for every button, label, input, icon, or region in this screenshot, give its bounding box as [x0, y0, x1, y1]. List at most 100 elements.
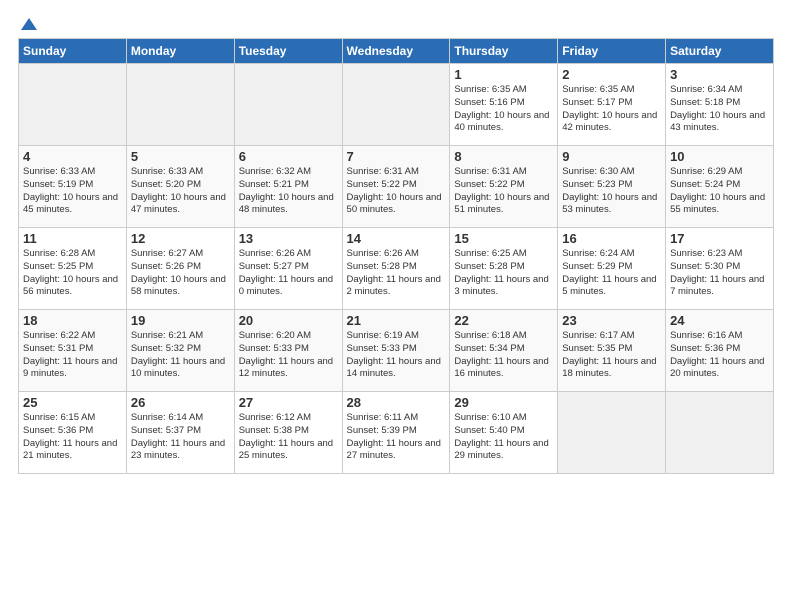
calendar-cell: 23 Sunrise: 6:17 AMSunset: 5:35 PMDayligh… — [558, 310, 666, 392]
day-number: 18 — [23, 313, 122, 328]
calendar-cell: 26 Sunrise: 6:14 AMSunset: 5:37 PMDayligh… — [126, 392, 234, 474]
cell-info: Sunrise: 6:31 AMSunset: 5:22 PMDaylight:… — [347, 166, 446, 217]
day-number: 9 — [562, 149, 661, 164]
calendar-cell: 6 Sunrise: 6:32 AMSunset: 5:21 PMDaylight… — [234, 146, 342, 228]
cell-info: Sunrise: 6:25 AMSunset: 5:28 PMDaylight:… — [454, 248, 553, 299]
cell-info: Sunrise: 6:22 AMSunset: 5:31 PMDaylight:… — [23, 330, 122, 381]
col-header-thursday: Thursday — [450, 39, 558, 64]
calendar-cell: 25 Sunrise: 6:15 AMSunset: 5:36 PMDayligh… — [19, 392, 127, 474]
cell-info: Sunrise: 6:34 AMSunset: 5:18 PMDaylight:… — [670, 84, 769, 135]
calendar-cell — [342, 64, 450, 146]
calendar-cell: 19 Sunrise: 6:21 AMSunset: 5:32 PMDayligh… — [126, 310, 234, 392]
day-number: 6 — [239, 149, 338, 164]
cell-info: Sunrise: 6:12 AMSunset: 5:38 PMDaylight:… — [239, 412, 338, 463]
cell-info: Sunrise: 6:11 AMSunset: 5:39 PMDaylight:… — [347, 412, 446, 463]
calendar-cell: 20 Sunrise: 6:20 AMSunset: 5:33 PMDayligh… — [234, 310, 342, 392]
day-number: 21 — [347, 313, 446, 328]
calendar-cell: 9 Sunrise: 6:30 AMSunset: 5:23 PMDaylight… — [558, 146, 666, 228]
calendar-cell: 29 Sunrise: 6:10 AMSunset: 5:40 PMDayligh… — [450, 392, 558, 474]
calendar-cell: 10 Sunrise: 6:29 AMSunset: 5:24 PMDayligh… — [666, 146, 774, 228]
calendar-cell: 4 Sunrise: 6:33 AMSunset: 5:19 PMDaylight… — [19, 146, 127, 228]
cell-info: Sunrise: 6:29 AMSunset: 5:24 PMDaylight:… — [670, 166, 769, 217]
cell-info: Sunrise: 6:24 AMSunset: 5:29 PMDaylight:… — [562, 248, 661, 299]
calendar-cell: 27 Sunrise: 6:12 AMSunset: 5:38 PMDayligh… — [234, 392, 342, 474]
calendar-cell — [19, 64, 127, 146]
cell-info: Sunrise: 6:27 AMSunset: 5:26 PMDaylight:… — [131, 248, 230, 299]
day-number: 29 — [454, 395, 553, 410]
cell-info: Sunrise: 6:33 AMSunset: 5:20 PMDaylight:… — [131, 166, 230, 217]
cell-info: Sunrise: 6:26 AMSunset: 5:27 PMDaylight:… — [239, 248, 338, 299]
calendar-cell: 17Sunrise: 6:23 AMSunset: 5:30 PMDayligh… — [666, 228, 774, 310]
day-number: 14 — [347, 231, 446, 246]
calendar-cell: 16 Sunrise: 6:24 AMSunset: 5:29 PMDayligh… — [558, 228, 666, 310]
calendar-cell — [234, 64, 342, 146]
day-number: 13 — [239, 231, 338, 246]
calendar-cell — [126, 64, 234, 146]
cell-info: Sunrise: 6:19 AMSunset: 5:33 PMDaylight:… — [347, 330, 446, 381]
calendar-cell: 22 Sunrise: 6:18 AMSunset: 5:34 PMDayligh… — [450, 310, 558, 392]
cell-info: Sunrise: 6:35 AMSunset: 5:17 PMDaylight:… — [562, 84, 661, 135]
day-number: 26 — [131, 395, 230, 410]
col-header-monday: Monday — [126, 39, 234, 64]
cell-info: Sunrise: 6:30 AMSunset: 5:23 PMDaylight:… — [562, 166, 661, 217]
cell-info: Sunrise: 6:32 AMSunset: 5:21 PMDaylight:… — [239, 166, 338, 217]
col-header-friday: Friday — [558, 39, 666, 64]
day-number: 27 — [239, 395, 338, 410]
col-header-wednesday: Wednesday — [342, 39, 450, 64]
day-number: 7 — [347, 149, 446, 164]
day-number: 1 — [454, 67, 553, 82]
calendar-cell — [666, 392, 774, 474]
cell-info: Sunrise: 6:16 AMSunset: 5:36 PMDaylight:… — [670, 330, 769, 381]
cell-info: Sunrise: 6:26 AMSunset: 5:28 PMDaylight:… — [347, 248, 446, 299]
day-number: 12 — [131, 231, 230, 246]
day-number: 5 — [131, 149, 230, 164]
logo-icon — [19, 16, 39, 36]
calendar-cell: 5 Sunrise: 6:33 AMSunset: 5:20 PMDaylight… — [126, 146, 234, 228]
calendar-cell: 21 Sunrise: 6:19 AMSunset: 5:33 PMDayligh… — [342, 310, 450, 392]
calendar-cell: 14 Sunrise: 6:26 AMSunset: 5:28 PMDayligh… — [342, 228, 450, 310]
calendar-cell: 15 Sunrise: 6:25 AMSunset: 5:28 PMDayligh… — [450, 228, 558, 310]
cell-info: Sunrise: 6:14 AMSunset: 5:37 PMDaylight:… — [131, 412, 230, 463]
day-number: 28 — [347, 395, 446, 410]
col-header-sunday: Sunday — [19, 39, 127, 64]
day-number: 2 — [562, 67, 661, 82]
calendar-cell: 2 Sunrise: 6:35 AMSunset: 5:17 PMDaylight… — [558, 64, 666, 146]
header — [18, 16, 774, 34]
page: SundayMondayTuesdayWednesdayThursdayFrid… — [0, 0, 792, 484]
cell-info: Sunrise: 6:15 AMSunset: 5:36 PMDaylight:… — [23, 412, 122, 463]
day-number: 8 — [454, 149, 553, 164]
day-number: 3 — [670, 67, 769, 82]
col-header-saturday: Saturday — [666, 39, 774, 64]
day-number: 23 — [562, 313, 661, 328]
calendar-cell: 11 Sunrise: 6:28 AMSunset: 5:25 PMDayligh… — [19, 228, 127, 310]
calendar-cell: 1 Sunrise: 6:35 AMSunset: 5:16 PMDaylight… — [450, 64, 558, 146]
cell-info: Sunrise: 6:10 AMSunset: 5:40 PMDaylight:… — [454, 412, 553, 463]
day-number: 17 — [670, 231, 769, 246]
day-number: 25 — [23, 395, 122, 410]
calendar-cell: 3 Sunrise: 6:34 AMSunset: 5:18 PMDaylight… — [666, 64, 774, 146]
day-number: 19 — [131, 313, 230, 328]
cell-info: Sunrise: 6:33 AMSunset: 5:19 PMDaylight:… — [23, 166, 122, 217]
day-number: 24 — [670, 313, 769, 328]
calendar-cell — [558, 392, 666, 474]
col-header-tuesday: Tuesday — [234, 39, 342, 64]
cell-info: Sunrise: 6:31 AMSunset: 5:22 PMDaylight:… — [454, 166, 553, 217]
day-number: 15 — [454, 231, 553, 246]
day-number: 20 — [239, 313, 338, 328]
day-number: 16 — [562, 231, 661, 246]
cell-info: Sunrise: 6:17 AMSunset: 5:35 PMDaylight:… — [562, 330, 661, 381]
calendar-cell: 8 Sunrise: 6:31 AMSunset: 5:22 PMDaylight… — [450, 146, 558, 228]
cell-info: Sunrise: 6:35 AMSunset: 5:16 PMDaylight:… — [454, 84, 553, 135]
logo — [18, 16, 39, 34]
cell-info: Sunrise: 6:28 AMSunset: 5:25 PMDaylight:… — [23, 248, 122, 299]
calendar-cell: 28 Sunrise: 6:11 AMSunset: 5:39 PMDayligh… — [342, 392, 450, 474]
day-number: 22 — [454, 313, 553, 328]
calendar-cell: 13 Sunrise: 6:26 AMSunset: 5:27 PMDayligh… — [234, 228, 342, 310]
cell-info: Sunrise: 6:18 AMSunset: 5:34 PMDaylight:… — [454, 330, 553, 381]
cell-info: Sunrise: 6:21 AMSunset: 5:32 PMDaylight:… — [131, 330, 230, 381]
day-number: 11 — [23, 231, 122, 246]
calendar-cell: 24 Sunrise: 6:16 AMSunset: 5:36 PMDayligh… — [666, 310, 774, 392]
day-number: 10 — [670, 149, 769, 164]
day-number: 4 — [23, 149, 122, 164]
cell-info: Sunrise: 6:20 AMSunset: 5:33 PMDaylight:… — [239, 330, 338, 381]
